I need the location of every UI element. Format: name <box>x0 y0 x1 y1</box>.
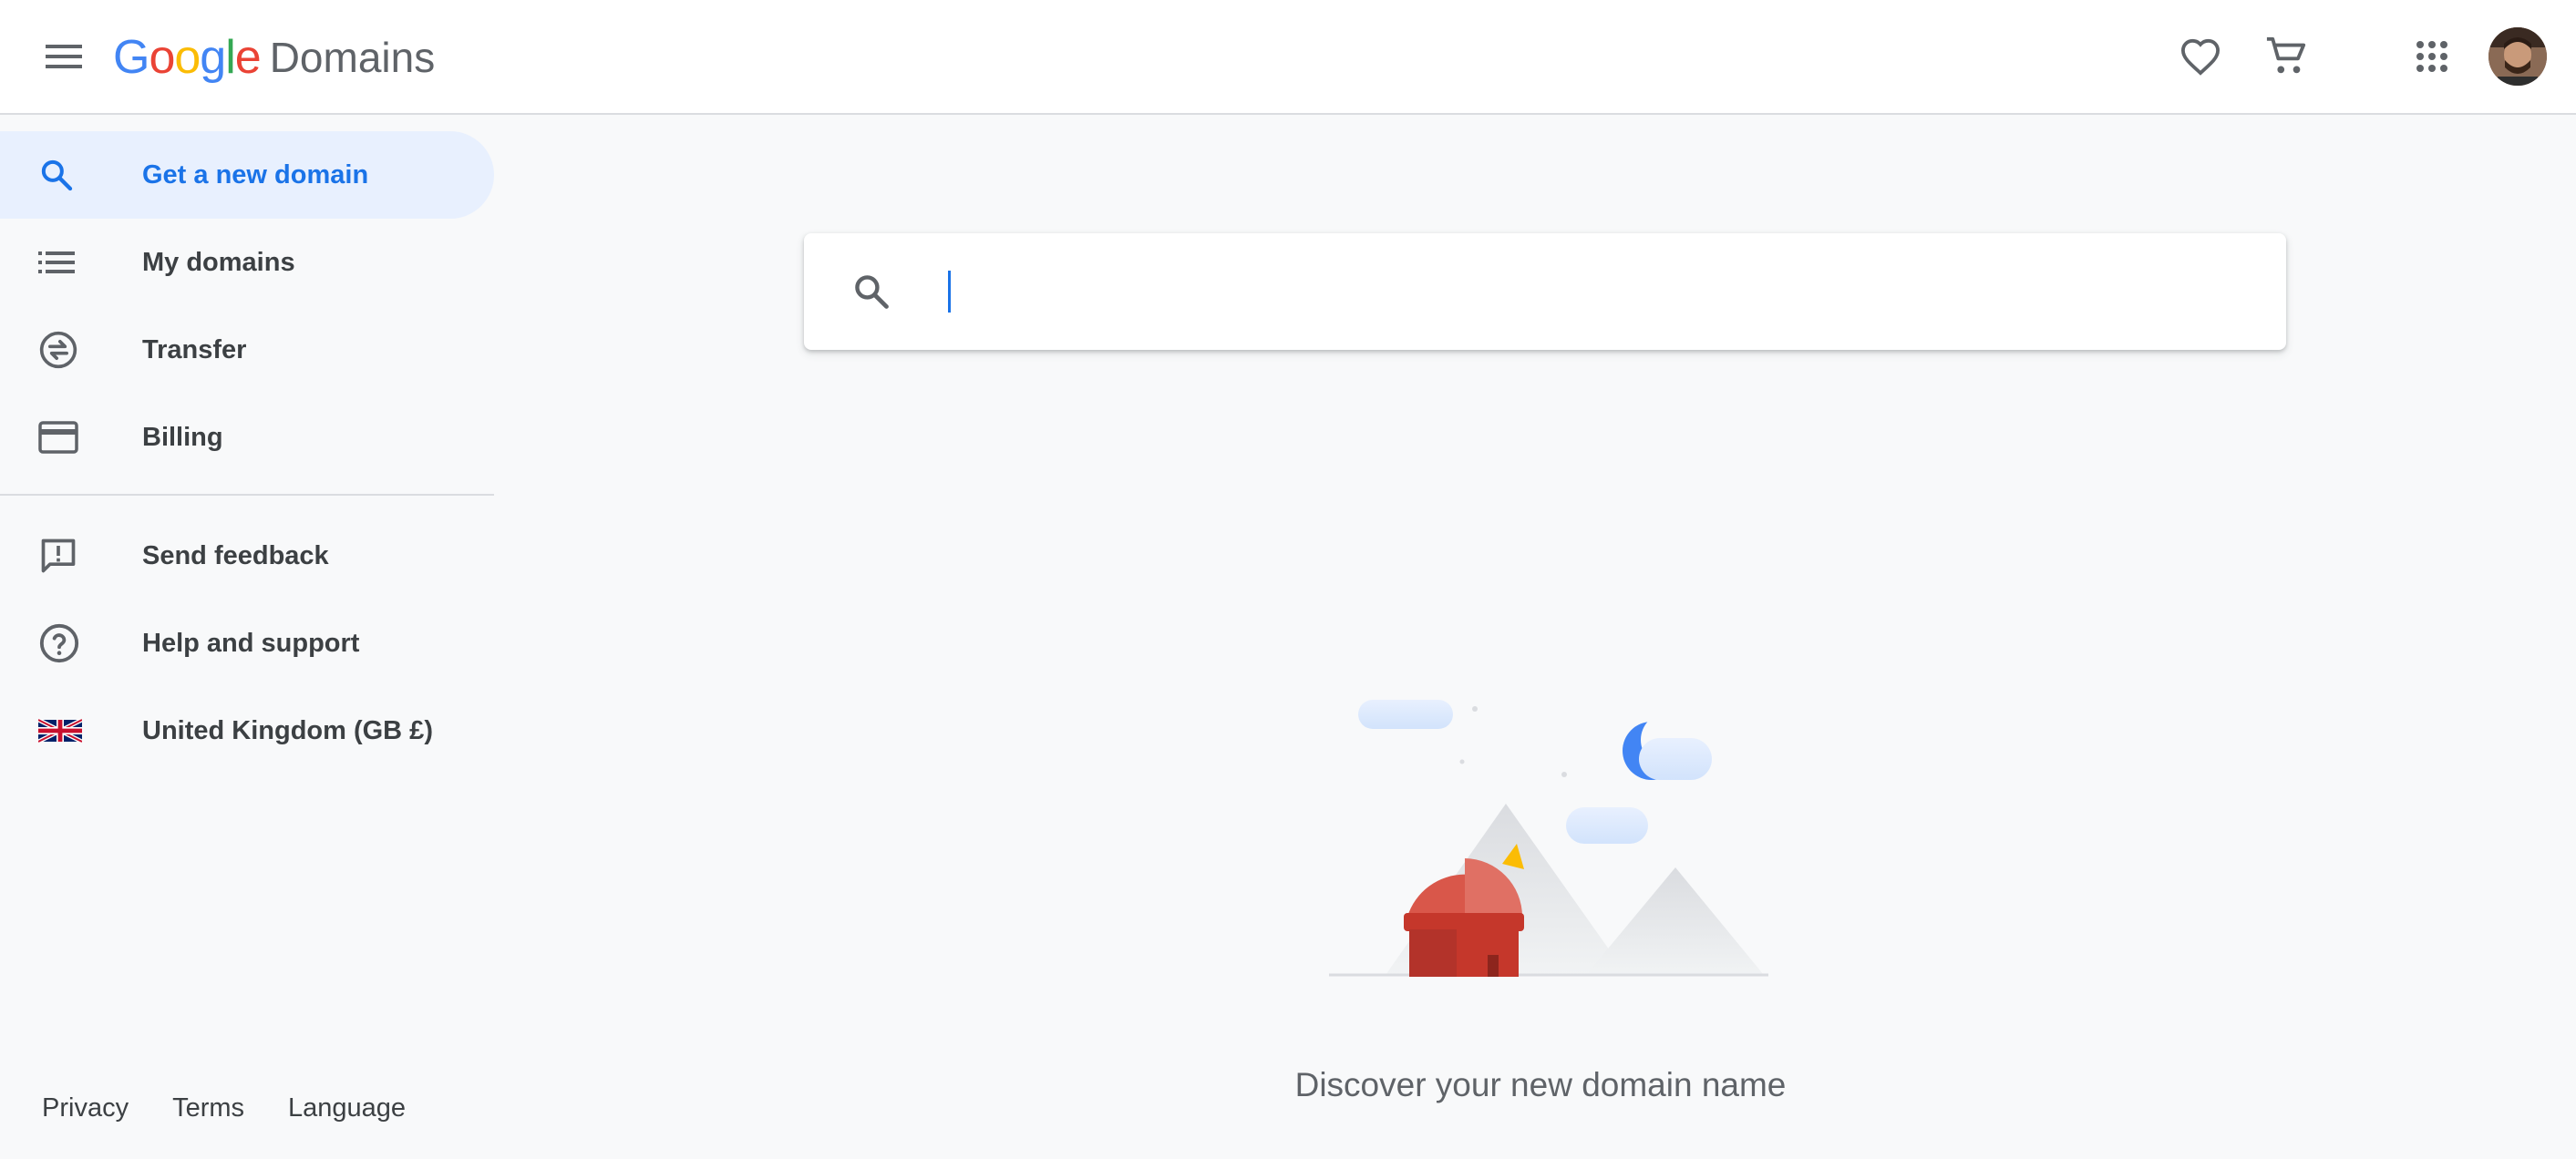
sidebar-item-my-domains[interactable]: My domains <box>0 219 494 306</box>
sidebar-item-transfer[interactable]: Transfer <box>0 306 494 394</box>
apps-grid-icon[interactable] <box>2403 27 2461 86</box>
sidebar-item-label: United Kingdom (GB £) <box>142 715 433 745</box>
domain-search-box[interactable] <box>804 233 2286 350</box>
sidebar-item-label: Send feedback <box>142 540 329 570</box>
sidebar-item-help-support[interactable]: Help and support <box>0 600 494 687</box>
terms-link[interactable]: Terms <box>172 1093 244 1123</box>
domain-search-input[interactable] <box>939 263 2286 320</box>
feedback-icon <box>0 536 142 576</box>
sidebar-item-label: My domains <box>142 247 295 277</box>
search-icon <box>0 157 142 193</box>
sidebar-item-send-feedback[interactable]: Send feedback <box>0 512 494 600</box>
sidebar-item-get-new-domain[interactable]: Get a new domain <box>0 131 494 219</box>
privacy-link[interactable]: Privacy <box>42 1093 129 1123</box>
google-domains-logo[interactable]: Google Domains <box>113 26 435 89</box>
heart-icon[interactable] <box>2171 27 2230 86</box>
sidebar-item-label: Billing <box>142 422 223 452</box>
text-cursor <box>948 271 951 313</box>
help-icon <box>0 622 142 664</box>
discover-tagline: Discover your new domain name <box>1294 1066 1787 1103</box>
list-icon <box>0 251 142 274</box>
sidebar-item-label: Get a new domain <box>142 159 369 190</box>
sidebar-item-billing[interactable]: Billing <box>0 394 494 481</box>
sidebar-item-label: Help and support <box>142 628 360 658</box>
uk-flag-icon <box>0 719 142 743</box>
avatar[interactable] <box>2488 27 2547 86</box>
footer-links: Privacy Terms Language <box>42 1093 406 1123</box>
logo-product: Domains <box>269 34 436 81</box>
menu-icon[interactable] <box>33 33 95 80</box>
search-icon <box>804 272 939 312</box>
cart-icon[interactable] <box>2257 27 2315 86</box>
sidebar-item-country-currency[interactable]: United Kingdom (GB £) <box>0 687 494 774</box>
transfer-icon <box>0 330 142 370</box>
top-app-bar: Google Domains <box>0 0 2576 115</box>
sidebar-item-label: Transfer <box>142 334 247 364</box>
language-link[interactable]: Language <box>288 1093 406 1123</box>
observatory-illustration <box>1329 700 1768 977</box>
credit-card-icon <box>0 421 142 454</box>
sidebar-nav: Get a new domain My domains Transfer Bil… <box>0 115 494 1159</box>
logo-google: Google <box>113 31 262 84</box>
sidebar-divider <box>0 494 494 496</box>
